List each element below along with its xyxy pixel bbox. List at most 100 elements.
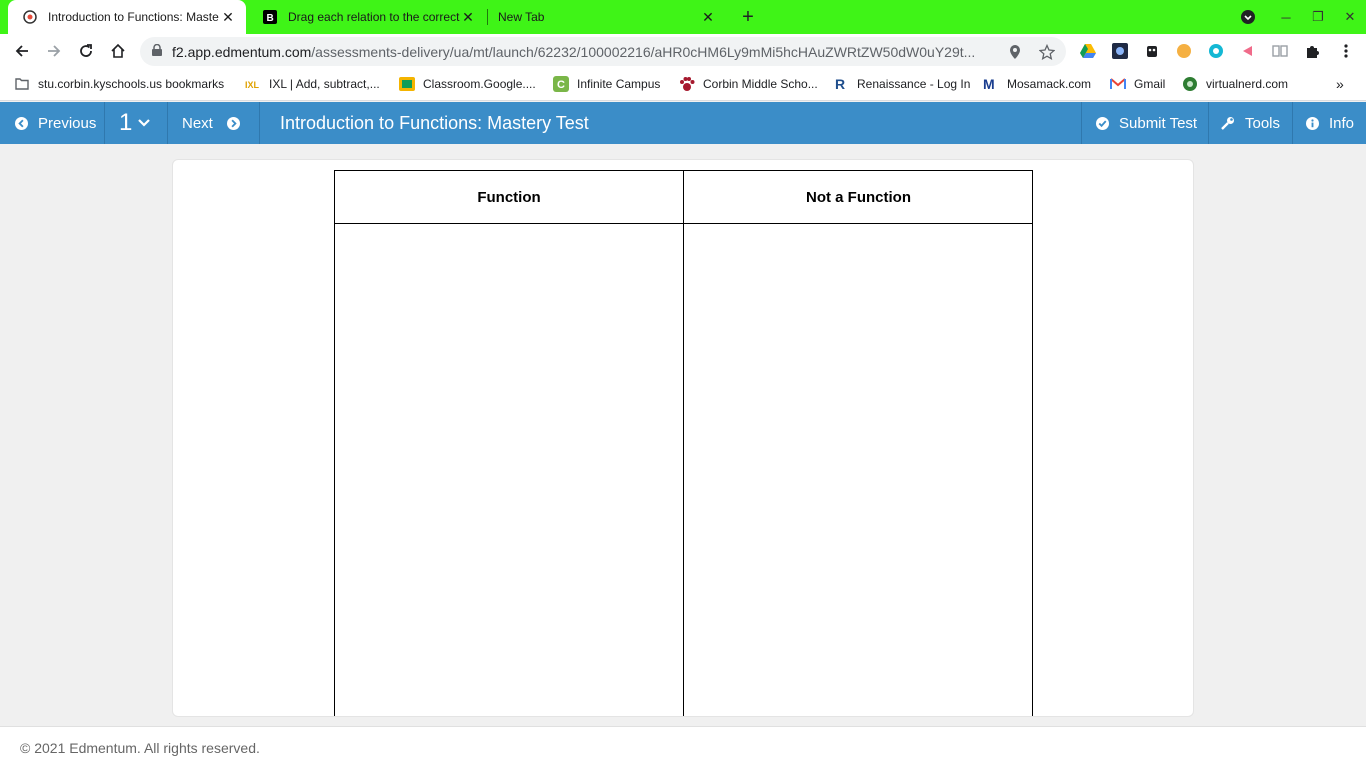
svg-text:C: C: [557, 79, 565, 91]
virtualnerd-icon: [1182, 76, 1198, 92]
wrench-icon: [1221, 116, 1235, 130]
extension-screen-icon[interactable]: [1111, 42, 1129, 60]
submit-test-button[interactable]: Submit Test: [1081, 102, 1208, 144]
bookmark-label: IXL | Add, subtract,...: [269, 77, 380, 91]
bookmark-ixl[interactable]: IXL IXL | Add, subtract,...: [245, 75, 380, 93]
sorting-table: Function Not a Function: [334, 170, 1033, 716]
brainly-favicon-icon: B: [262, 9, 278, 25]
browser-toolbar: f2.app.edmentum.com/assessments-delivery…: [0, 34, 1366, 68]
forward-arrow-icon[interactable]: [40, 38, 68, 64]
copyright-text: © 2021 Edmentum. All rights reserved.: [20, 739, 260, 756]
svg-text:R: R: [835, 76, 845, 92]
bookmarks-overflow-chevron-icon[interactable]: »: [1336, 75, 1344, 93]
tab-introduction-to-functions[interactable]: Introduction to Functions: Maste ✕: [8, 0, 246, 34]
minimize-icon[interactable]: ─: [1270, 0, 1302, 34]
bookmark-stu-corbin[interactable]: stu.corbin.kyschools.us bookmarks: [14, 75, 224, 93]
extension-shield-icon[interactable]: [1207, 42, 1225, 60]
tab-search-icon[interactable]: [1232, 0, 1264, 34]
assessment-title: Introduction to Functions: Mastery Test: [280, 112, 589, 133]
info-button[interactable]: Info: [1292, 102, 1366, 144]
page-footer: © 2021 Edmentum. All rights reserved.: [0, 726, 1366, 768]
next-label: Next: [182, 114, 213, 132]
bookmarks-bar: stu.corbin.kyschools.us bookmarks IXL IX…: [0, 68, 1366, 101]
svg-text:IXL: IXL: [245, 80, 260, 90]
restore-icon[interactable]: ❐: [1302, 0, 1334, 34]
question-number-dropdown[interactable]: 1: [105, 102, 168, 144]
browser-menu-icon[interactable]: [1337, 42, 1355, 60]
question-number: 1: [119, 109, 133, 136]
edmentum-favicon-icon: [22, 9, 38, 25]
not-a-function-column: Not a Function: [684, 171, 1033, 716]
previous-label: Previous: [38, 114, 97, 132]
renaissance-icon: R: [833, 76, 849, 92]
bookmark-star-icon[interactable]: [1038, 43, 1056, 61]
paw-icon: [679, 76, 695, 92]
bookmark-label: Mosamack.com: [1007, 77, 1092, 91]
tools-label: Tools: [1245, 114, 1281, 132]
close-window-icon[interactable]: ✕: [1334, 0, 1366, 34]
svg-text:M: M: [983, 77, 995, 91]
arrow-left-circle-icon: [14, 116, 28, 130]
extension-reader-icon[interactable]: [1271, 42, 1289, 60]
tab-drag-each-relation[interactable]: B Drag each relation to the correct ✕: [248, 0, 486, 34]
gmail-icon: [1110, 76, 1126, 92]
extensions-puzzle-icon[interactable]: [1303, 42, 1321, 60]
question-panel: Function Not a Function: [172, 159, 1194, 717]
chevron-down-icon: [138, 118, 151, 128]
google-drive-icon[interactable]: [1079, 42, 1097, 60]
bookmark-mosamack[interactable]: M Mosamack.com: [983, 75, 1091, 93]
location-pin-icon[interactable]: [1006, 43, 1024, 61]
arrow-right-circle-icon: [227, 116, 241, 130]
extension-robot-icon[interactable]: [1143, 42, 1161, 60]
bookmark-classroom[interactable]: Classroom.Google....: [399, 75, 536, 93]
new-tab-plus-icon[interactable]: +: [736, 5, 760, 29]
classroom-icon: [399, 76, 415, 92]
address-bar[interactable]: f2.app.edmentum.com/assessments-delivery…: [140, 37, 1066, 66]
bookmark-virtualnerd[interactable]: virtualnerd.com: [1182, 75, 1288, 93]
bookmark-label: Corbin Middle Scho...: [703, 77, 818, 91]
url-text: f2.app.edmentum.com/assessments-delivery…: [172, 43, 976, 60]
home-icon[interactable]: [104, 38, 132, 64]
bookmark-label: stu.corbin.kyschools.us bookmarks: [38, 77, 225, 91]
bookmark-corbin-middle[interactable]: Corbin Middle Scho...: [679, 75, 818, 93]
bookmark-label: Renaissance - Log In: [857, 77, 971, 91]
bookmark-gmail[interactable]: Gmail: [1110, 75, 1165, 93]
close-tab-icon[interactable]: ✕: [460, 9, 476, 25]
info-circle-icon: [1305, 116, 1319, 130]
submit-test-label: Submit Test: [1119, 114, 1198, 132]
reload-icon[interactable]: [72, 38, 100, 64]
function-column: Function: [335, 171, 684, 716]
browser-tab-strip: Introduction to Functions: Maste ✕ B Dra…: [0, 0, 1366, 34]
extension-share-icon[interactable]: [1239, 42, 1257, 60]
tab-title: New Tab: [498, 10, 545, 24]
lock-icon[interactable]: [152, 43, 162, 61]
close-tab-icon[interactable]: ✕: [700, 9, 716, 25]
assessment-header: Previous 1 Next Introduction to Function…: [0, 102, 1366, 144]
function-drop-zone[interactable]: [335, 224, 683, 716]
function-column-header: Function: [335, 171, 683, 224]
mosamack-icon: M: [983, 76, 999, 92]
not-a-function-column-header: Not a Function: [684, 171, 1033, 224]
bookmark-label: Infinite Campus: [577, 77, 661, 91]
extension-coin-icon[interactable]: [1175, 42, 1193, 60]
tab-title: Drag each relation to the correct: [288, 10, 460, 24]
tab-title: Introduction to Functions: Maste: [48, 10, 219, 24]
check-circle-icon: [1095, 116, 1109, 130]
ixl-icon: IXL: [245, 76, 261, 92]
campus-icon: C: [553, 76, 569, 92]
info-label: Info: [1329, 114, 1355, 132]
bookmark-renaissance[interactable]: R Renaissance - Log In: [833, 75, 970, 93]
back-arrow-icon[interactable]: [8, 38, 36, 64]
close-tab-icon[interactable]: ✕: [220, 9, 236, 25]
tab-new-tab[interactable]: New Tab ✕: [488, 0, 726, 34]
tools-button[interactable]: Tools: [1208, 102, 1292, 144]
previous-button[interactable]: Previous: [0, 102, 105, 144]
bookmark-label: Gmail: [1134, 77, 1166, 91]
not-a-function-drop-zone[interactable]: [684, 224, 1033, 716]
next-button[interactable]: Next: [168, 102, 260, 144]
svg-text:B: B: [267, 13, 274, 24]
bookmark-infinite-campus[interactable]: C Infinite Campus: [553, 75, 660, 93]
bookmark-label: Classroom.Google....: [423, 77, 536, 91]
bookmark-label: virtualnerd.com: [1206, 77, 1289, 91]
folder-icon: [14, 76, 30, 92]
